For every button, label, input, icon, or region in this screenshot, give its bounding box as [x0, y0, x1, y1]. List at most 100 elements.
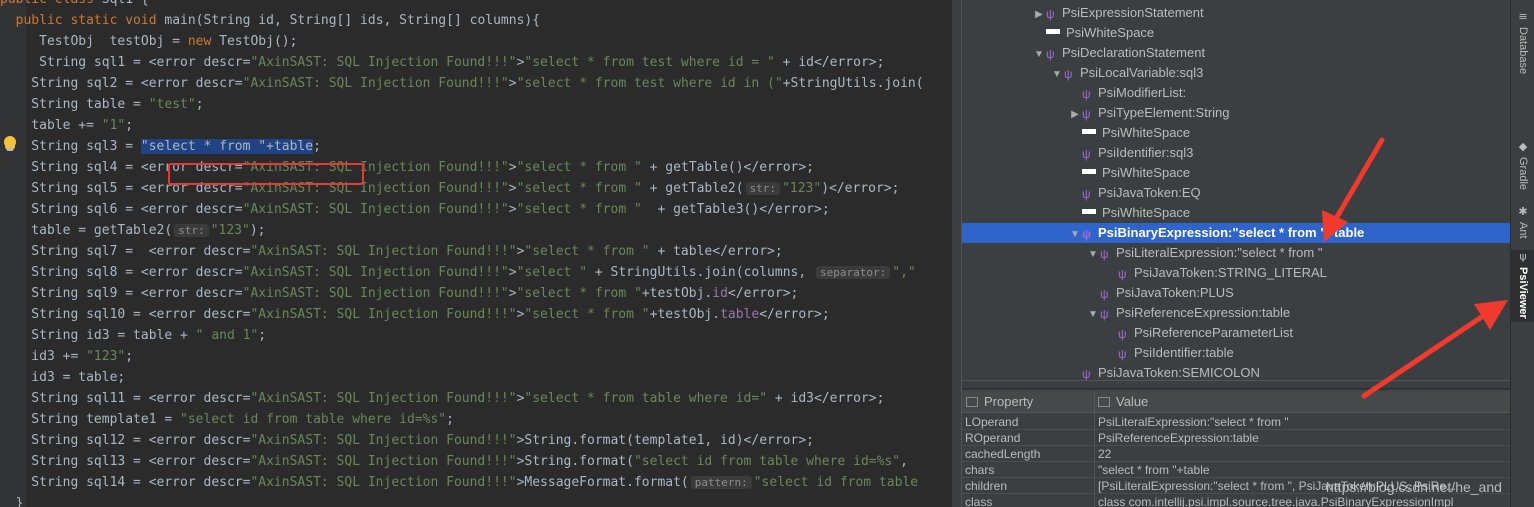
code-token: "select * from ": [516, 286, 642, 301]
expand-down-icon[interactable]: ▼: [1032, 45, 1046, 65]
tool-tab-ant[interactable]: ✱ Ant: [1511, 205, 1534, 247]
code-editor[interactable]: public class Sql1 { public static void m…: [0, 0, 951, 507]
tree-node[interactable]: ▶ψPsiIdentifier:table: [962, 343, 1510, 363]
code-line[interactable]: String sql13 = <error descr="AxinSAST: S…: [0, 451, 908, 472]
code-token: "AxinSAST: SQL Injection Found!!!": [242, 202, 509, 217]
parameter-hint: separator:: [816, 266, 891, 279]
code-line[interactable]: public static void main(String id, Strin…: [0, 10, 540, 31]
code-line[interactable]: id3 = table;: [0, 367, 125, 388]
expand-down-icon[interactable]: ▼: [1068, 225, 1082, 245]
code-token: ;: [313, 139, 321, 154]
tool-tab-psiviewer[interactable]: ψ PsiViewer: [1511, 250, 1534, 322]
expand-down-icon[interactable]: ▼: [1086, 305, 1100, 325]
code-token: class: [55, 0, 102, 7]
code-line[interactable]: id3 += "123";: [0, 346, 133, 367]
code-line[interactable]: String id3 = table + " and 1";: [0, 325, 266, 346]
tool-tab-database[interactable]: ≡ Database: [1511, 10, 1534, 96]
header-property[interactable]: Property: [962, 391, 1033, 413]
tree-node[interactable]: ▶PsiWhiteSpace: [962, 23, 1510, 43]
lightbulb-icon[interactable]: [4, 136, 16, 151]
parameter-hint: pattern:: [690, 476, 752, 489]
panel-splitter[interactable]: [951, 0, 962, 507]
code-token: String sql7 = <error descr=: [0, 244, 251, 259]
code-line[interactable]: String sql9 = <error descr="AxinSAST: SQ…: [0, 283, 798, 304]
code-line[interactable]: String sql4 = <error descr="AxinSAST: SQ…: [0, 157, 814, 178]
code-line[interactable]: String sql6 = <error descr="AxinSAST: SQ…: [0, 199, 829, 220]
code-line[interactable]: String sql7 = <error descr="AxinSAST: SQ…: [0, 241, 782, 262]
tool-tab-label: Ant: [1517, 222, 1529, 239]
code-line[interactable]: }: [0, 493, 24, 507]
tree-node-label: PsiJavaToken:PLUS: [1116, 285, 1234, 300]
psi-element-icon: ψ: [1082, 107, 1091, 121]
code-line[interactable]: String sql2 = <error descr="AxinSAST: SQ…: [0, 73, 923, 94]
psi-element-icon: ψ: [1100, 287, 1109, 301]
code-line[interactable]: String template1 = "select id from table…: [0, 409, 454, 430]
code-token: ",": [892, 265, 916, 280]
tree-node[interactable]: ▶ ψ PsiExpressionStatement: [962, 3, 1510, 23]
code-token: >String.format(: [516, 454, 634, 469]
tree-node[interactable]: ▼ ψ PsiLocalVariable:sql3: [962, 63, 1510, 83]
code-token: id3 = table;: [0, 370, 126, 385]
expand-right-icon[interactable]: ▶: [1032, 5, 1046, 25]
code-line[interactable]: String sql3 = "select * from "+table;: [0, 136, 321, 157]
tree-node[interactable]: ▶ψPsiIdentifier:sql3: [962, 143, 1510, 163]
code-token: main(String id, String[] ids, String[] c…: [164, 13, 541, 28]
code-token: >: [508, 265, 517, 280]
code-line[interactable]: String sql8 = <error descr="AxinSAST: SQ…: [0, 262, 916, 283]
code-line[interactable]: String sql12 = <error descr="AxinSAST: S…: [0, 430, 814, 451]
tree-node[interactable]: ▶ ψ PsiTypeElement:String: [962, 103, 1510, 123]
psi-element-icon: ψ: [1118, 347, 1127, 361]
property-value: class com.intellij.psi.impl.source.tree.…: [1098, 495, 1454, 507]
code-token: "AxinSAST: SQL Injection Found!!!": [242, 286, 509, 301]
code-token: String table =: [0, 97, 149, 112]
tree-node[interactable]: ▼ ψ PsiReferenceExpression:table: [962, 303, 1510, 323]
tree-node[interactable]: ▶ψPsiReferenceParameterList: [962, 323, 1510, 343]
code-token: "AxinSAST: SQL Injection Found!!!": [250, 391, 517, 406]
property-row[interactable]: LOperand PsiLiteralExpression:"select * f…: [962, 414, 1510, 430]
property-row[interactable]: ROperand PsiReferenceExpression:table: [962, 430, 1510, 446]
psi-element-icon: ψ: [1100, 247, 1109, 261]
psi-element-icon: ψ: [1064, 67, 1073, 81]
code-line[interactable]: public class Sql1 {: [0, 0, 149, 10]
tree-node-label: PsiLocalVariable:sql3: [1080, 65, 1204, 80]
psi-element-icon: ψ: [1046, 47, 1055, 61]
tree-node[interactable]: ▼ ψ PsiBinaryExpression:"select * from "+t…: [962, 223, 1510, 243]
property-row[interactable]: chars "select * from "+table: [962, 462, 1510, 478]
tree-node[interactable]: ▼ ψ PsiDeclarationStatement: [962, 43, 1510, 63]
tree-node[interactable]: ▶PsiWhiteSpace: [962, 203, 1510, 223]
property-row[interactable]: class class com.intellij.psi.impl.source.…: [962, 494, 1510, 507]
tree-node[interactable]: ▶ψPsiJavaToken:STRING_LITERAL: [962, 263, 1510, 283]
code-token: String sql14 = <error descr=: [0, 475, 251, 490]
code-token: " and 1": [195, 328, 259, 343]
tree-node[interactable]: ▶ψPsiModifierList:: [962, 83, 1510, 103]
expand-right-icon[interactable]: ▶: [1068, 105, 1082, 125]
expand-down-icon[interactable]: ▼: [1050, 65, 1064, 85]
property-name: class: [965, 495, 993, 507]
tree-node[interactable]: ▶ψPsiJavaToken:SEMICOLON: [962, 363, 1510, 380]
psi-tree[interactable]: ▶ψPsiExpressionStatement▶PsiWhiteSpace▼ψ…: [962, 0, 1510, 380]
tree-node[interactable]: ▶ψPsiJavaToken:EQ: [962, 183, 1510, 203]
tool-tab-label: PsiViewer: [1517, 267, 1529, 319]
code-line[interactable]: String sql14 = <error descr="AxinSAST: S…: [0, 472, 918, 493]
code-line[interactable]: String sql11 = <error descr="AxinSAST: S…: [0, 388, 884, 409]
tree-node[interactable]: ▶PsiWhiteSpace: [962, 123, 1510, 143]
gradle-icon: ◆: [1518, 140, 1528, 153]
code-line[interactable]: String sql1 = <error descr="AxinSAST: SQ…: [0, 52, 884, 73]
tree-node[interactable]: ▶ψPsiJavaToken:PLUS: [962, 283, 1510, 303]
code-line[interactable]: TestObj testObj = new TestObj();: [0, 31, 297, 52]
code-line[interactable]: String table = "test";: [0, 94, 203, 115]
code-line[interactable]: String sql5 = <error descr="AxinSAST: SQ…: [0, 178, 899, 199]
code-line[interactable]: table = getTable2(str: "123");: [0, 220, 265, 241]
tree-node[interactable]: ▼ ψ PsiLiteralExpression:"select * from ": [962, 243, 1510, 263]
code-line[interactable]: table += "1";: [0, 115, 133, 136]
property-row[interactable]: cachedLength 22: [962, 446, 1510, 462]
props-scrollbar[interactable]: [962, 381, 1510, 389]
tree-node[interactable]: ▶PsiWhiteSpace: [962, 163, 1510, 183]
tool-tab-gradle[interactable]: ◆ Gradle: [1511, 140, 1534, 196]
code-line[interactable]: String sql10 = <error descr="AxinSAST: S…: [0, 304, 829, 325]
code-token: "select id from table: [753, 475, 919, 490]
header-value[interactable]: Value: [1094, 391, 1148, 413]
expand-down-icon[interactable]: ▼: [1086, 245, 1100, 265]
property-name: chars: [965, 463, 995, 477]
code-token: +testObj.: [641, 286, 713, 301]
